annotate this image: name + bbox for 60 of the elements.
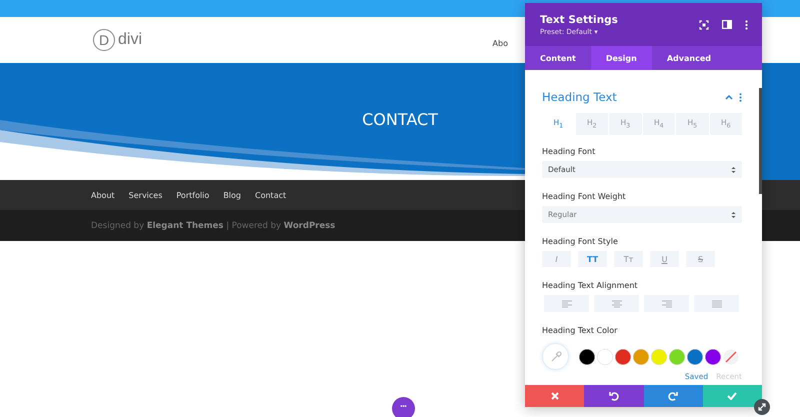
panel-tab[interactable]: Content — [525, 46, 591, 70]
eyedropper-icon — [550, 350, 562, 362]
font-style-button[interactable]: I — [542, 251, 571, 267]
checkmark-icon — [727, 392, 738, 400]
resize-handle-icon[interactable] — [754, 399, 770, 415]
section-title[interactable]: Heading Text — [542, 90, 617, 104]
panel-tab[interactable]: Design — [590, 46, 652, 70]
no-color-swatch[interactable] — [723, 348, 739, 364]
align-right-icon — [662, 300, 672, 308]
font-style-button[interactable]: TT — [578, 251, 607, 267]
kebab-menu-icon[interactable] — [739, 92, 742, 102]
align-center-icon — [612, 300, 622, 308]
alignment-button[interactable] — [694, 295, 739, 312]
redo-button[interactable] — [644, 385, 703, 407]
field-label: Heading Text Alignment — [542, 281, 639, 290]
panel-title: Text Settings — [540, 14, 618, 26]
fullscreen-icon[interactable] — [699, 20, 709, 30]
undo-icon — [608, 391, 619, 401]
color-swatch[interactable] — [597, 348, 613, 364]
align-justify-icon — [712, 300, 722, 308]
align-left-icon — [562, 300, 572, 308]
font-style-button[interactable]: Tт — [614, 251, 643, 267]
redo-icon — [668, 391, 678, 401]
footer-credits: Designed by Elegant Themes | Powered by WordPress — [91, 220, 336, 230]
footer-nav-link[interactable]: Blog — [223, 190, 241, 200]
color-swatch[interactable] — [651, 348, 667, 364]
field-label: Heading Font Weight — [542, 192, 627, 201]
select-arrows-icon — [731, 166, 736, 174]
page-title: CONTACT — [362, 110, 438, 128]
color-swatch[interactable] — [705, 348, 721, 364]
alignment-button[interactable] — [644, 295, 689, 312]
logo-text[interactable]: divi — [118, 31, 142, 49]
close-icon — [550, 392, 559, 400]
footer-nav-link[interactable]: Contact — [255, 190, 286, 200]
font-style-button[interactable]: U — [650, 251, 679, 267]
color-swatch[interactable] — [633, 348, 649, 364]
color-swatch[interactable] — [579, 348, 595, 364]
kebab-menu-icon[interactable] — [745, 20, 748, 30]
scrollbar[interactable] — [759, 88, 762, 194]
field-label: Heading Font Style — [542, 237, 619, 246]
alignment-button[interactable] — [594, 295, 639, 312]
alignment-button[interactable] — [544, 295, 589, 312]
logo-icon[interactable]: D — [93, 29, 115, 51]
footer-nav-link[interactable]: Portfolio — [176, 190, 210, 200]
color-swatch[interactable] — [669, 348, 685, 364]
nav-link[interactable]: Abo — [492, 38, 508, 48]
chevron-icon[interactable] — [725, 94, 733, 100]
field-label: Heading Font — [542, 147, 596, 156]
split-view-icon[interactable] — [722, 20, 732, 29]
color-swatch[interactable] — [615, 348, 631, 364]
undo-button[interactable] — [584, 385, 644, 407]
select-arrows-icon — [731, 210, 736, 218]
panel-tab[interactable]: Advanced — [652, 46, 726, 70]
save-button[interactable] — [702, 385, 762, 407]
font-style-button[interactable]: S — [686, 251, 715, 267]
color-swatch[interactable] — [687, 348, 703, 364]
footer-nav-link[interactable]: About — [91, 190, 115, 200]
color-picker-button[interactable] — [542, 343, 569, 370]
field-label: Heading Text Color — [542, 326, 618, 335]
footer-nav-link[interactable]: Services — [128, 190, 162, 200]
